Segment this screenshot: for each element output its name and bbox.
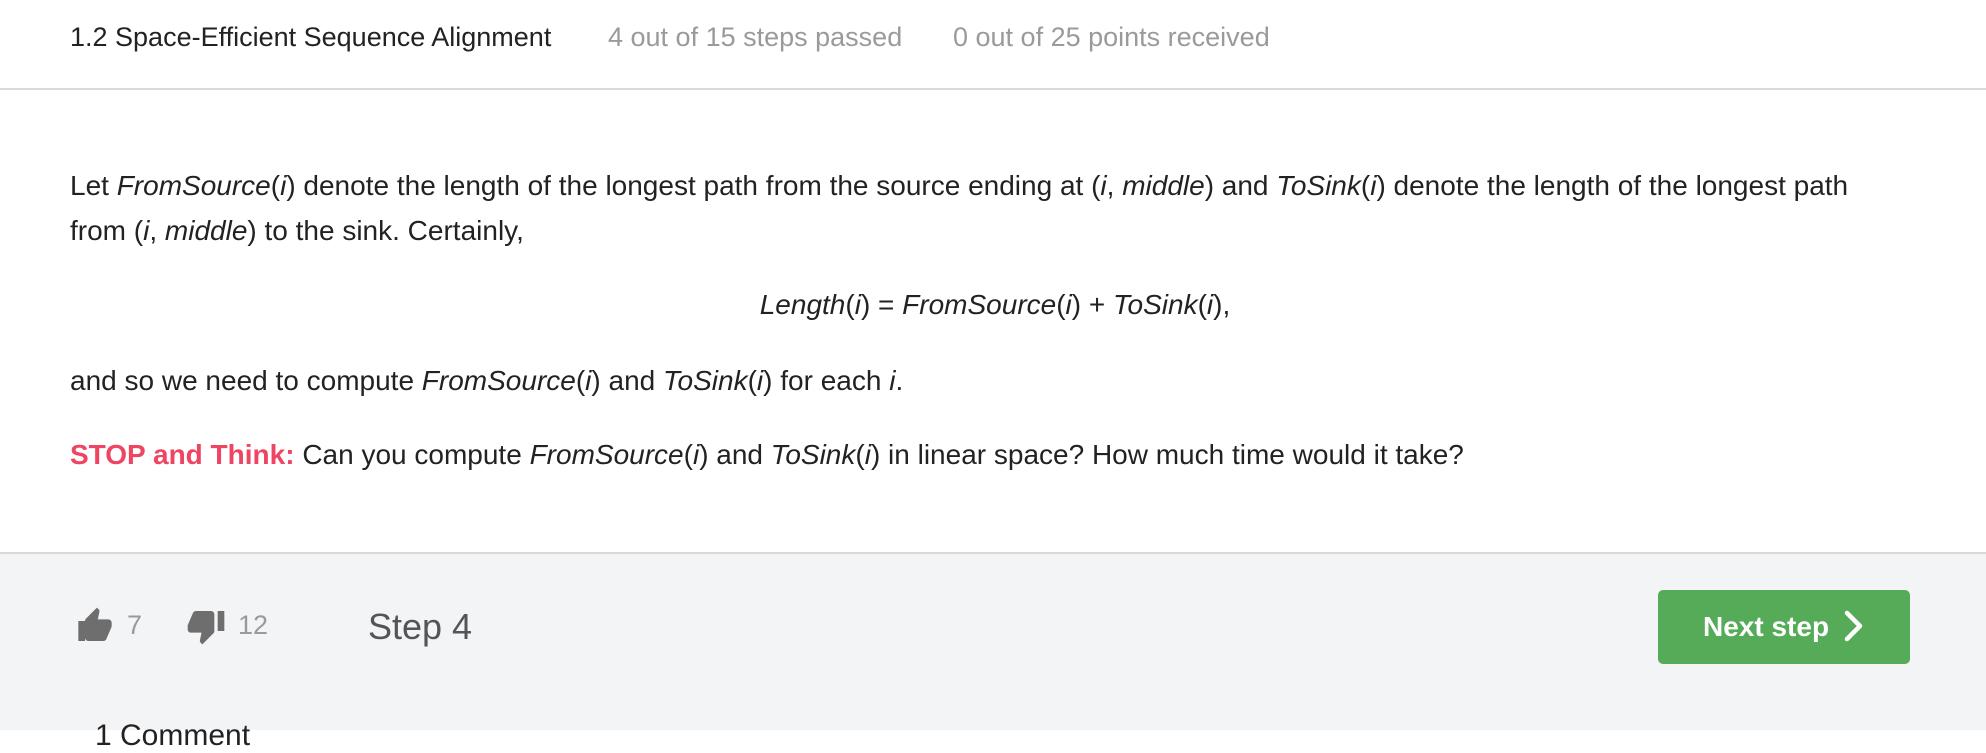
stop-and-think: STOP and Think: Can you compute FromSour… xyxy=(70,439,1464,470)
thumbs-up-icon[interactable] xyxy=(75,606,115,646)
paragraph-definition: Let FromSource(i) denote the length of t… xyxy=(70,170,1849,201)
points-progress: 0 out of 25 points received xyxy=(953,22,1270,52)
dislikes-count: 12 xyxy=(238,610,269,640)
paragraph-definition-cont: from (i, middle) to the sink. Certainly, xyxy=(70,215,524,246)
chevron-right-icon xyxy=(1843,610,1865,642)
thumbs-down-icon[interactable] xyxy=(186,606,226,646)
length-formula: Length(i) = FromSource(i) + ToSink(i), xyxy=(759,289,1231,320)
step-footer: 7 12 Step 4 Next step 1 Comment xyxy=(0,552,1986,752)
step-number: Step 4 xyxy=(368,606,473,647)
lesson-title[interactable]: 1.2 Space-Efficient Sequence Alignment xyxy=(70,22,551,53)
paragraph-compute: and so we need to compute FromSource(i) … xyxy=(70,365,904,396)
steps-progress: 4 out of 15 steps passed xyxy=(608,22,903,52)
likes-count: 7 xyxy=(127,610,143,640)
stop-label: STOP and Think: xyxy=(70,439,295,470)
next-step-button[interactable]: Next step xyxy=(1658,590,1910,664)
comments-link[interactable]: 1 Comment xyxy=(95,719,250,753)
lesson-header: 1.2 Space-Efficient Sequence Alignment 4… xyxy=(0,0,1986,90)
next-step-label: Next step xyxy=(1703,611,1830,642)
